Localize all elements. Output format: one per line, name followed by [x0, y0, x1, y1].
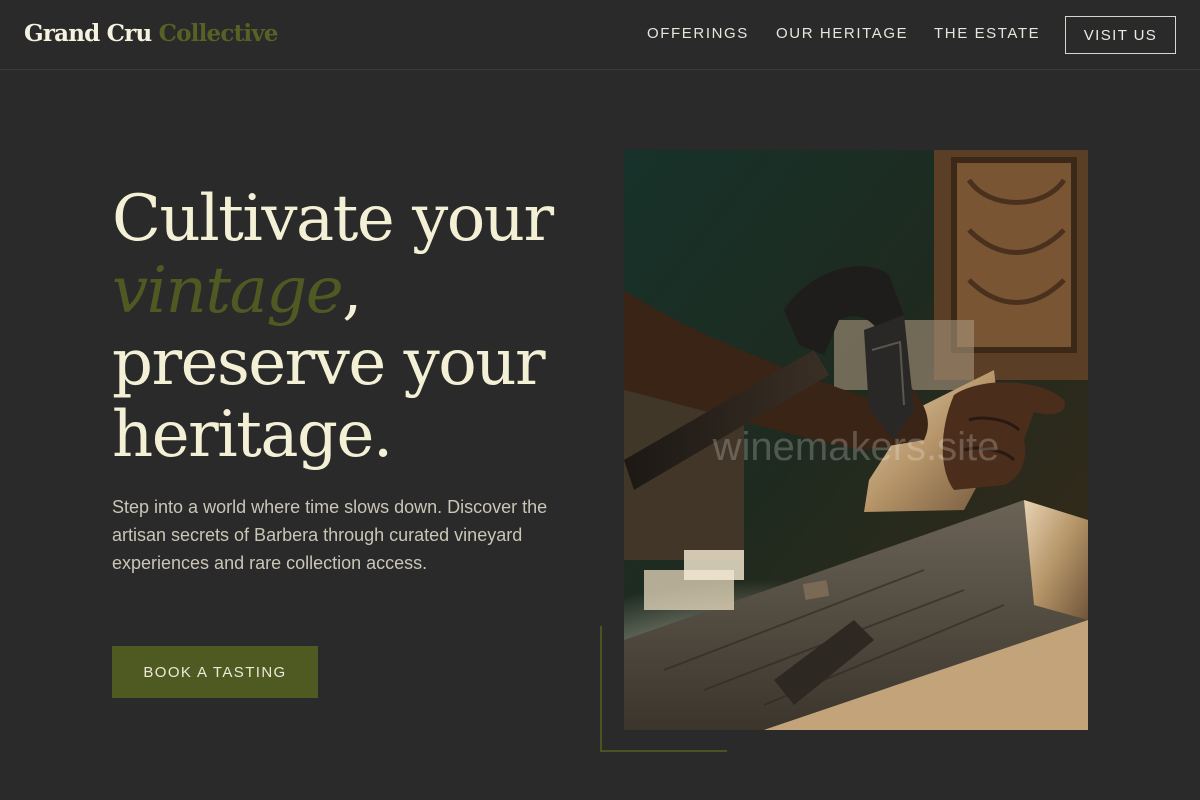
headline-comma: , [342, 254, 362, 328]
book-tasting-button[interactable]: BOOK A TASTING [112, 646, 318, 698]
brand-name-accent: Collective [158, 20, 279, 47]
photo-watermark: winemakers.site [712, 425, 1000, 469]
headline-line-1: Cultivate your [112, 182, 554, 256]
headline-accent-word: vintage [112, 254, 344, 328]
hero-headline: Cultivate your vintage, preserve your he… [112, 183, 612, 471]
headline-line-3: preserve your [112, 326, 546, 400]
hero-image-artisan-carving: winemakers.site [624, 150, 1088, 730]
nav-link-the-estate[interactable]: THE ESTATE [934, 25, 1040, 42]
brand-name-primary: Grand Cru [24, 20, 152, 47]
nav-link-our-heritage[interactable]: OUR HERITAGE [776, 25, 908, 42]
brand-logo[interactable]: Grand Cru Collective [24, 20, 279, 47]
hero-description: Step into a world where time slows down.… [112, 497, 548, 573]
headline-line-2: vintage, [112, 255, 612, 327]
nav-link-offerings[interactable]: OFFERINGS [647, 25, 749, 42]
headline-line-4: heritage. [112, 398, 393, 472]
top-navigation-bar: Grand Cru Collective OFFERINGS OUR HERIT… [0, 0, 1200, 70]
visit-us-button[interactable]: VISIT US [1065, 16, 1176, 54]
